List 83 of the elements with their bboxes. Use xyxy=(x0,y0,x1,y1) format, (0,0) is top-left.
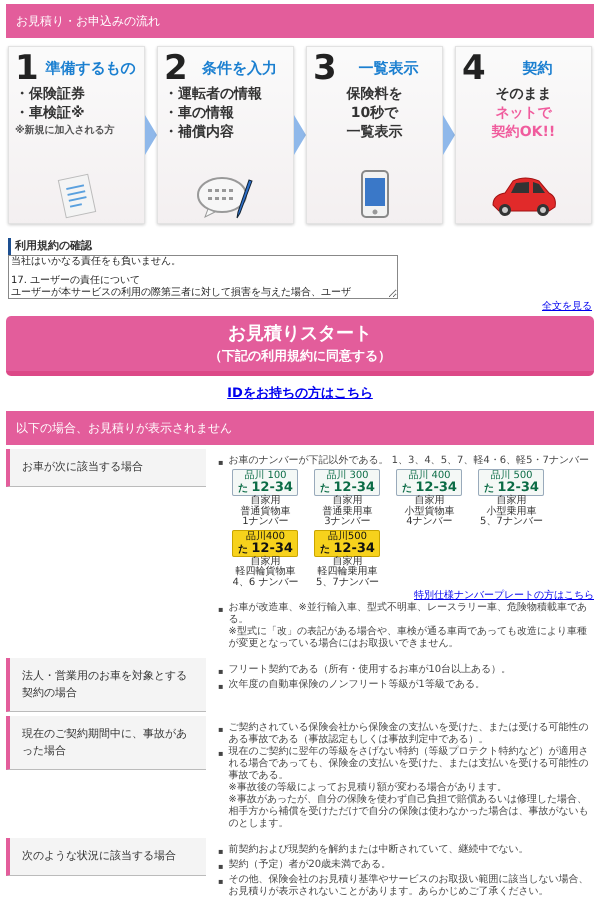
plate-caption: 小型乗用車 xyxy=(486,506,536,516)
terms-text-area[interactable]: 当社はいかなる責任をも負いません。 17. ユーザーの責任について ユーザーが本サービスの利用の際第三者に対して損害を与えた場合、ユーザ xyxy=(8,254,398,299)
condition-text: 前契約および現契約を解約または中断されていて、継続中でない。 xyxy=(228,844,530,856)
plate-caption: 1ナンバー xyxy=(242,517,289,528)
step-title: 準備するもの xyxy=(44,58,136,79)
step-number: 1 xyxy=(15,51,39,85)
condition-label: 法人・営業用のお車を対象とする契約の場合 xyxy=(6,658,206,712)
step-text: 一覧表示 xyxy=(346,122,404,142)
special-plate-link[interactable]: 特別仕様ナンバープレートの方はこちら xyxy=(414,590,594,601)
terms-line: ユーザーが本サービスの利用の際第三者に対して損害を与えた場合、ユーザ xyxy=(11,286,352,298)
step-text: ・車の情報 xyxy=(164,104,235,123)
bullet-marker: ▪ xyxy=(218,666,224,678)
full-text-link[interactable]: 全文を見る xyxy=(542,301,592,312)
plate-caption: 4、6 ナンバー xyxy=(232,578,298,588)
id-login-link[interactable]: IDをお持ちの方はこちら xyxy=(227,386,373,400)
condition-text: 次年度の自動車保険のノンフリート等級が1等級である。 xyxy=(228,679,486,691)
chevron-arrow-icon xyxy=(443,115,455,155)
condition-text: ご契約されている保険会社から保険金の支払いを受けた、または受ける可能性のある事故である（事故認定もしくは事故判定中である）。 xyxy=(228,722,590,746)
license-plate: 品川400 た 12-34 xyxy=(232,530,298,556)
step-text: 10秒で xyxy=(350,104,400,123)
condition-text: お車が改造車、※並行輸入車、型式不明車、レースラリー車、危険物積載車である。 xyxy=(228,602,588,626)
bullet-marker: ▪ xyxy=(218,861,224,873)
condition-text: その他、保険会社のお見積り基準やサービスのお取扱い範囲に該当しない場合、お見積りが表示されないことがあります。あらかじめご了承ください。 xyxy=(228,874,590,898)
plate-caption: 3ナンバー xyxy=(324,517,371,528)
chevron-arrow-icon xyxy=(294,115,306,155)
step-text: ・保険証券 xyxy=(15,85,86,104)
plate-caption: 普通乗用車 xyxy=(322,506,372,516)
condition-label: 次のような状況に該当する場合 xyxy=(6,838,206,876)
plate-caption: 自家用 xyxy=(250,496,280,506)
bullet-marker: ▪ xyxy=(218,876,224,888)
terms-line: 17. ユーザーの責任について xyxy=(11,275,142,286)
plate-caption: 自家用 xyxy=(332,496,362,506)
chevron-arrow-icon xyxy=(145,115,157,155)
condition-label: 現在のご契約期間中に、事故があった場合 xyxy=(6,716,206,770)
bullet-marker: ▪ xyxy=(218,846,224,858)
condition-text: フリート契約である（所有・使用するお車が10台以上ある）。 xyxy=(228,664,512,676)
step-title: 条件を入力 xyxy=(200,58,278,79)
bullet-marker: ▪ xyxy=(218,457,224,469)
step-number: 4 xyxy=(462,51,486,85)
condition-text: 契約（予定）者が20歳未満である。 xyxy=(228,859,392,871)
plate-caption: 自家用 xyxy=(496,496,526,506)
step-number: 3 xyxy=(313,51,337,85)
plate-caption: 自家用 xyxy=(332,556,362,566)
step-text: 保険料を xyxy=(345,85,404,104)
step-text: 契約OK!! xyxy=(490,122,556,142)
plate-caption: 自家用 xyxy=(414,496,444,506)
condition-note: ※事故後の等級によってお見積り額が変わる場合があります。 xyxy=(228,782,508,794)
terms-title: 利用規約の確認 xyxy=(8,238,600,254)
license-plate: 品川 400 た 12-34 xyxy=(396,469,462,496)
plate-caption: 5、7ナンバー xyxy=(316,578,379,588)
condition-label: お車が次に該当する場合 xyxy=(6,449,206,486)
step-number: 2 xyxy=(164,51,188,85)
license-plate: 品川 300 た 12-34 xyxy=(314,469,380,496)
bullet-marker: ▪ xyxy=(218,748,224,760)
plate-caption: 軽四輪乗用車 xyxy=(317,567,378,578)
condition-text: 現在のご契約に翌年の等級をさげない特約（等級プロテクト特約など）が適用される場合であっても、保険金の支払いを受けた、または支払いを受ける可能性の事故である。 xyxy=(228,746,590,782)
step-title: 契約 xyxy=(521,58,554,79)
bullet-marker: ▪ xyxy=(218,724,224,736)
step-text: ・運転者の情報 xyxy=(164,85,263,104)
license-plate: 品川500 た 12-34 xyxy=(314,530,380,556)
step-text: ・補償内容 xyxy=(164,122,235,142)
section-header: 以下の場合、お見積りが表示されません xyxy=(6,411,594,445)
step-text: ネットで xyxy=(494,104,553,123)
step-text: ※新規に加入される方 xyxy=(15,123,116,138)
step-title: 一覧表示 xyxy=(357,58,420,79)
condition-note: ※事故があったが、自分の保険を使わず自己負担で賠償あるいは修理した場合、相手方から補償を受けただけで自分の保険は使わなかった場合は、事故がないものとします。 xyxy=(228,794,590,830)
section-header: お見積り・お申込みの流れ xyxy=(6,4,594,38)
plate-caption: 普通貨物車 xyxy=(240,506,290,516)
plate-caption: 小型貨物車 xyxy=(404,506,454,516)
bullet-marker: ▪ xyxy=(218,604,224,616)
license-plate: 品川 100 た 12-34 xyxy=(232,469,298,496)
plate-caption: 軽四輪貨物車 xyxy=(235,567,296,578)
step-text: ・車検証※ xyxy=(15,104,86,123)
condition-text: お車のナンバーが下記以外である。 1、3、4、5、7、軽4・6、軽5・7ナンバー xyxy=(228,455,590,467)
plate-caption: 5、7ナンバー xyxy=(480,517,543,528)
condition-note: ※型式に「改」の表記がある場合や、車検が通る車両であっても改造により車種が変更となっている場合にはお取扱いできません。 xyxy=(228,626,588,650)
smartphone-icon xyxy=(360,169,390,219)
license-plate: 品川 500 た 12-34 xyxy=(478,469,544,496)
step-text: そのまま xyxy=(494,85,552,104)
plate-caption: 自家用 xyxy=(250,556,280,566)
bullet-marker: ▪ xyxy=(218,681,224,693)
terms-line: 当社はいかなる責任をも負いません。 xyxy=(11,256,182,267)
plate-caption: 4ナンバー xyxy=(406,517,453,528)
